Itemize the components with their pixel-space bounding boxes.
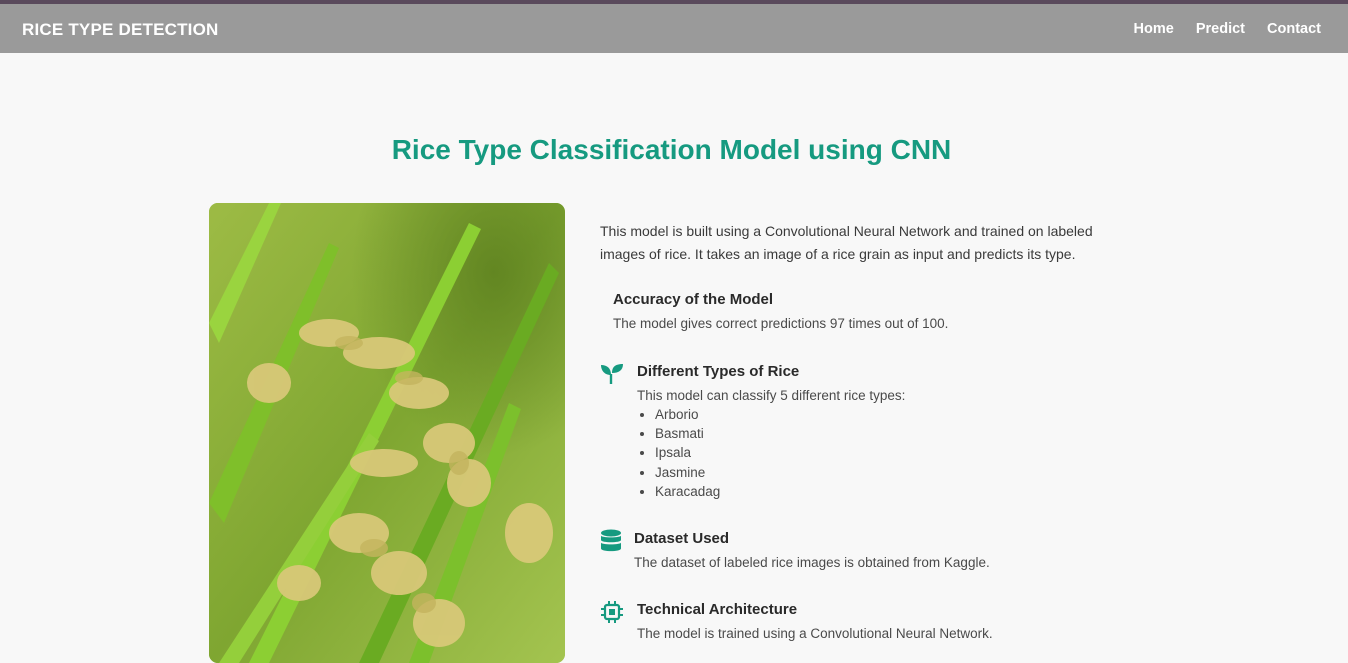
rice-types-text: This model can classify 5 different rice… (637, 388, 906, 403)
architecture-heading: Technical Architecture (637, 601, 798, 618)
chip-icon (600, 600, 624, 629)
sprout-icon (600, 362, 624, 391)
nav-link-contact[interactable]: Contact (1267, 21, 1321, 37)
feature-accuracy: Accuracy of the Model The model gives co… (613, 291, 948, 331)
list-item: Karacadag (655, 482, 1057, 501)
rice-plants-image (209, 203, 565, 663)
rice-types-heading: Different Types of Rice (637, 363, 800, 380)
list-item: Ipsala (655, 443, 1057, 462)
dataset-heading: Dataset Used (634, 530, 730, 547)
brand-logo-text[interactable]: RICE TYPE DETECTION (22, 20, 219, 40)
nav-link-home[interactable]: Home (1134, 21, 1174, 37)
list-item: Basmati (655, 424, 1057, 443)
accuracy-heading: Accuracy of the Model (613, 291, 774, 308)
database-icon (600, 529, 622, 558)
accuracy-text: The model gives correct predictions 97 t… (613, 316, 949, 331)
dataset-text: The dataset of labeled rice images is ob… (634, 555, 990, 570)
navbar: RICE TYPE DETECTION Home Predict Contact (0, 4, 1348, 53)
model-description: This model is built using a Convolutiona… (600, 220, 1120, 641)
list-item: Jasmine (655, 463, 1057, 482)
list-item: Arborio (655, 405, 1057, 424)
intro-text: This model is built using a Convolutiona… (600, 223, 1093, 262)
nav-link-predict[interactable]: Predict (1196, 21, 1245, 37)
nav-links: Home Predict Contact (1134, 21, 1321, 37)
rice-types-list: Arborio Basmati Ipsala Jasmine Karacadag (637, 405, 1057, 501)
architecture-text: The model is trained using a Convolution… (637, 626, 993, 641)
page-title: Rice Type Classification Model using CNN (391, 134, 952, 165)
